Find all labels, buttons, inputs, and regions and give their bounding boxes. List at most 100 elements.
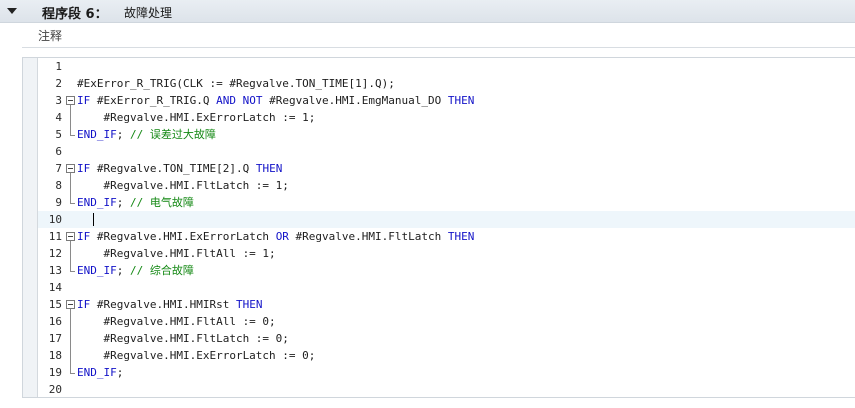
keyword-token: END_IF bbox=[77, 366, 117, 379]
fold-collapse-icon[interactable] bbox=[66, 164, 75, 173]
line-number: 7 bbox=[55, 162, 62, 175]
keyword-token: THEN bbox=[255, 162, 283, 175]
line-number: 11 bbox=[48, 230, 62, 243]
keyword-token: THEN bbox=[235, 298, 263, 311]
code-line[interactable]: 10 bbox=[38, 211, 855, 228]
code-block-page: 程序段 6： 故障处理 注释 1 2 #ExError_R_TRIG(CLK := … bbox=[0, 0, 855, 408]
code-token: #Regvalve.HMI.FltAll := 0; bbox=[77, 315, 276, 328]
code-line[interactable]: 19 END_IF; bbox=[38, 364, 855, 381]
keyword-token: OR bbox=[275, 230, 289, 243]
code-line[interactable]: 8 #Regvalve.HMI.FltLatch := 1; bbox=[38, 177, 855, 194]
code-token: #Regvalve.HMI.FltLatch bbox=[288, 230, 448, 243]
code-token: #Regvalve.HMI.ExErrorLatch := 0; bbox=[77, 349, 316, 362]
editor-gutter bbox=[23, 58, 38, 397]
code-token: #Regvalve.HMI.FltAll := 1; bbox=[77, 247, 276, 260]
line-number: 13 bbox=[48, 264, 62, 277]
fold-end-marker bbox=[70, 135, 75, 136]
keyword-token: IF bbox=[77, 94, 91, 107]
code-token: #ExError_R_TRIG(CLK := #Regvalve.TON_TIM… bbox=[77, 77, 395, 90]
code-line[interactable]: 3 IF #ExError_R_TRIG.Q AND NOT #Regvalve.… bbox=[38, 92, 855, 109]
code-line[interactable]: 13 END_IF; // 综合故障 bbox=[38, 262, 855, 279]
code-line[interactable]: 6 bbox=[38, 143, 855, 160]
line-number: 5 bbox=[55, 128, 62, 141]
code-token: #ExError_R_TRIG.Q bbox=[90, 94, 217, 107]
fold-collapse-icon[interactable] bbox=[66, 96, 75, 105]
code-token: #Regvalve.HMI.ExErrorLatch bbox=[90, 230, 276, 243]
code-token: #Regvalve.HMI.ExErrorLatch := 1; bbox=[77, 111, 316, 124]
fold-end-marker bbox=[70, 203, 75, 204]
line-number: 8 bbox=[55, 179, 62, 192]
code-text: #Regvalve.HMI.ExErrorLatch := 1; bbox=[77, 109, 315, 126]
code-line[interactable]: 16 #Regvalve.HMI.FltAll := 0; bbox=[38, 313, 855, 330]
keyword-token: IF bbox=[77, 298, 91, 311]
line-number: 17 bbox=[48, 332, 62, 345]
line-number: 3 bbox=[55, 94, 62, 107]
code-text: #ExError_R_TRIG(CLK := #Regvalve.TON_TIM… bbox=[77, 75, 395, 92]
code-token: #Regvalve.HMI.HMIRst bbox=[90, 298, 236, 311]
code-token: #Regvalve.HMI.FltLatch := 0; bbox=[77, 332, 289, 345]
collapse-triangle-icon[interactable] bbox=[7, 8, 17, 14]
line-number: 10 bbox=[48, 213, 62, 226]
keyword-token: END_IF bbox=[77, 128, 117, 141]
line-number: 2 bbox=[55, 77, 62, 90]
code-line[interactable]: 7 IF #Regvalve.TON_TIME[2].Q THEN bbox=[38, 160, 855, 177]
keyword-token: THEN bbox=[447, 230, 475, 243]
code-text: END_IF; // 电气故障 bbox=[77, 194, 194, 211]
code-line[interactable]: 2 #ExError_R_TRIG(CLK := #Regvalve.TON_TI… bbox=[38, 75, 855, 92]
code-editor[interactable]: 1 2 #ExError_R_TRIG(CLK := #Regvalve.TON_T… bbox=[22, 57, 855, 398]
keyword-token: END_IF bbox=[77, 196, 117, 209]
fold-collapse-icon[interactable] bbox=[66, 232, 75, 241]
code-text: IF #Regvalve.HMI.ExErrorLatch OR #Regval… bbox=[77, 228, 474, 245]
network-label: 程序段 6： bbox=[42, 7, 108, 22]
code-text: #Regvalve.HMI.FltLatch := 1; bbox=[77, 177, 289, 194]
code-text: END_IF; // 误差过大故障 bbox=[77, 126, 216, 143]
line-number: 16 bbox=[48, 315, 62, 328]
keyword-token: AND NOT bbox=[216, 94, 263, 107]
code-token: #Regvalve.HMI.FltLatch := 1; bbox=[77, 179, 289, 192]
code-line[interactable]: 17 #Regvalve.HMI.FltLatch := 0; bbox=[38, 330, 855, 347]
code-line[interactable]: 1 bbox=[38, 58, 855, 75]
code-line[interactable]: 4 #Regvalve.HMI.ExErrorLatch := 1; bbox=[38, 109, 855, 126]
code-text: END_IF; bbox=[77, 364, 123, 381]
line-number: 12 bbox=[48, 247, 62, 260]
code-line[interactable]: 15 IF #Regvalve.HMI.HMIRst THEN bbox=[38, 296, 855, 313]
code-line[interactable]: 9 END_IF; // 电气故障 bbox=[38, 194, 855, 211]
keyword-token: IF bbox=[77, 162, 91, 175]
code-text: #Regvalve.HMI.FltAll := 0; bbox=[77, 313, 276, 330]
keyword-token: THEN bbox=[447, 94, 475, 107]
keyword-token: END_IF bbox=[77, 264, 117, 277]
fold-guide-line bbox=[70, 105, 71, 135]
comment-label[interactable]: 注释 bbox=[38, 27, 62, 44]
fold-end-marker bbox=[70, 271, 75, 272]
network-title[interactable]: 故障处理 bbox=[124, 4, 172, 21]
code-line[interactable]: 14 bbox=[38, 279, 855, 296]
fold-collapse-icon[interactable] bbox=[66, 300, 75, 309]
code-text: #Regvalve.HMI.FltAll := 1; bbox=[77, 245, 276, 262]
code-text: END_IF; // 综合故障 bbox=[77, 262, 194, 279]
fold-guide-line bbox=[70, 173, 71, 203]
code-text: #Regvalve.HMI.ExErrorLatch := 0; bbox=[77, 347, 315, 364]
comment-token: // 电气故障 bbox=[130, 196, 194, 209]
code-line[interactable]: 20 bbox=[38, 381, 855, 398]
code-line[interactable]: 11 IF #Regvalve.HMI.ExErrorLatch OR #Regv… bbox=[38, 228, 855, 245]
code-text: #Regvalve.HMI.FltLatch := 0; bbox=[77, 330, 289, 347]
code-line[interactable]: 18 #Regvalve.HMI.ExErrorLatch := 0; bbox=[38, 347, 855, 364]
line-number: 4 bbox=[55, 111, 62, 124]
fold-end-marker bbox=[70, 373, 75, 374]
network-header[interactable]: 程序段 6： 故障处理 bbox=[0, 0, 855, 23]
text-caret bbox=[93, 213, 94, 226]
line-number: 15 bbox=[48, 298, 62, 311]
line-number: 14 bbox=[48, 281, 62, 294]
comment-row[interactable]: 注释 bbox=[22, 23, 855, 48]
line-number: 20 bbox=[48, 383, 62, 396]
line-number: 1 bbox=[55, 60, 62, 73]
line-number: 6 bbox=[55, 145, 62, 158]
line-number: 9 bbox=[55, 196, 62, 209]
code-token: #Regvalve.TON_TIME[2].Q bbox=[90, 162, 256, 175]
code-text: IF #Regvalve.HMI.HMIRst THEN bbox=[77, 296, 262, 313]
code-line[interactable]: 12 #Regvalve.HMI.FltAll := 1; bbox=[38, 245, 855, 262]
fold-guide-line bbox=[70, 241, 71, 271]
line-number: 19 bbox=[48, 366, 62, 379]
code-line[interactable]: 5 END_IF; // 误差过大故障 bbox=[38, 126, 855, 143]
code-token: ; bbox=[116, 128, 130, 141]
